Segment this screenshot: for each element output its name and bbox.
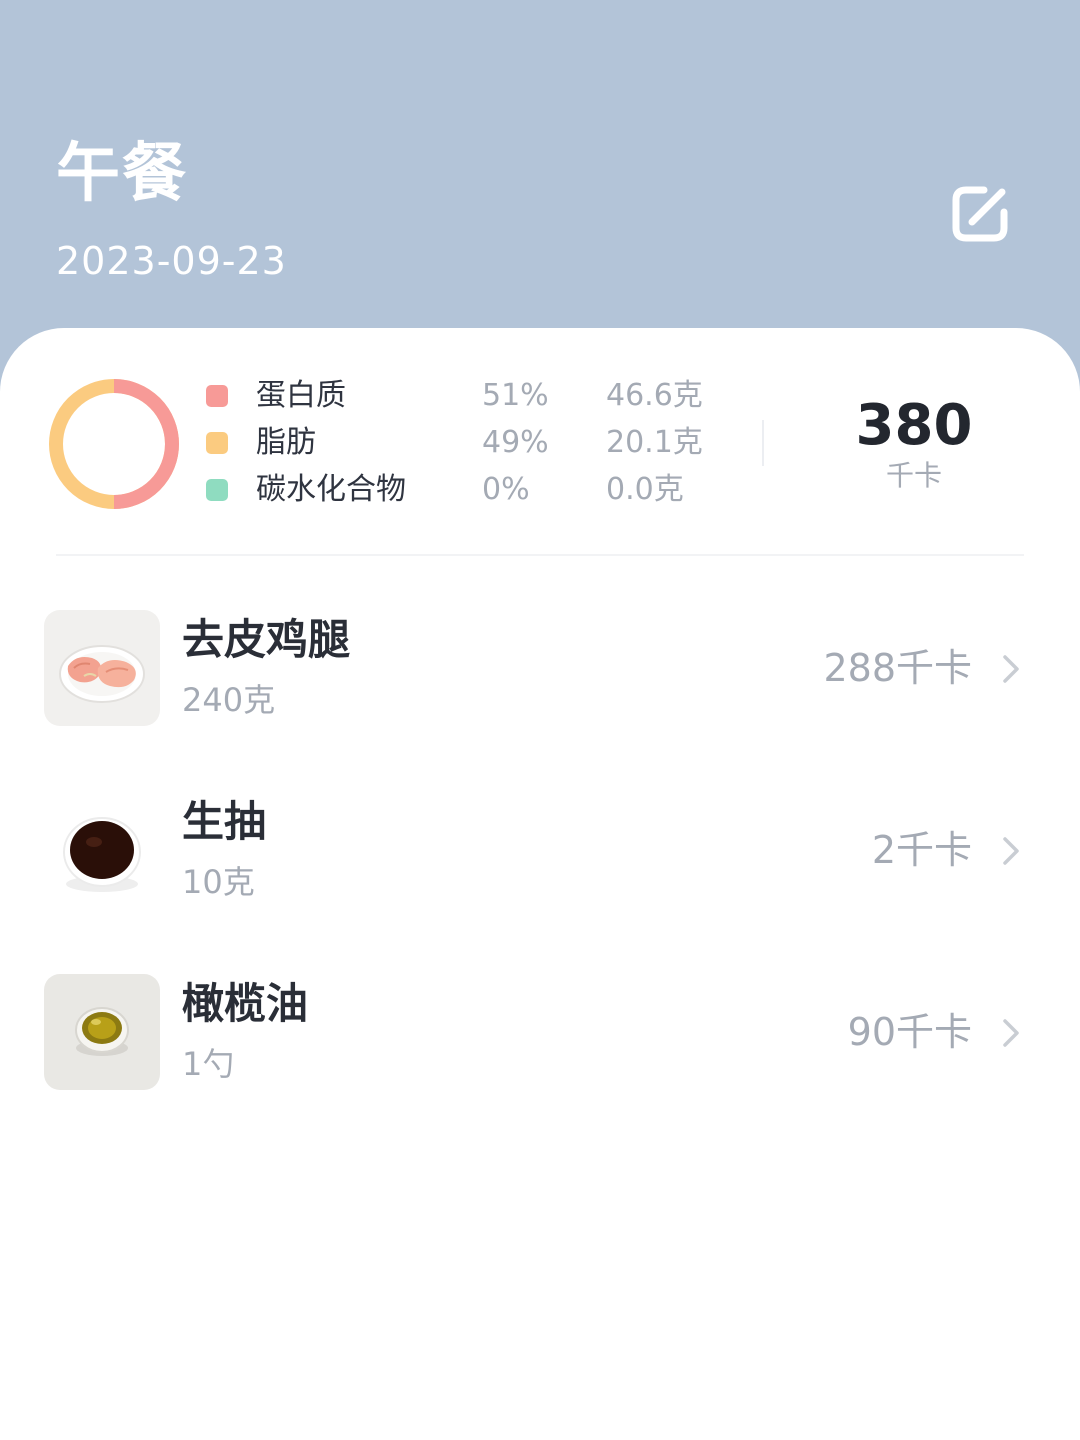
fat-dot bbox=[206, 432, 228, 454]
food-item-chicken[interactable]: 去皮鸡腿 240克 288千卡 bbox=[0, 610, 1080, 730]
total-kcal-unit: 千卡 bbox=[885, 459, 942, 492]
macro-row-carbs: 碳水化合物 0% 0.0克 bbox=[0, 470, 760, 510]
macro-name: 脂肪 bbox=[256, 425, 316, 460]
food-amount: 10克 bbox=[182, 863, 255, 901]
vertical-divider bbox=[762, 420, 764, 466]
meal-title: 午餐 bbox=[56, 137, 188, 211]
food-amount: 240克 bbox=[182, 681, 276, 719]
chevron-right-icon bbox=[1003, 655, 1019, 683]
section-divider bbox=[56, 554, 1024, 556]
chevron-right-icon bbox=[1003, 1019, 1019, 1047]
macro-name: 蛋白质 bbox=[256, 378, 346, 413]
header: 午餐 2023-09-23 bbox=[0, 0, 1080, 360]
protein-dot bbox=[206, 385, 228, 407]
food-item-soy-sauce[interactable]: 生抽 10克 2千卡 bbox=[0, 792, 1080, 912]
total-kcal-value: 380 bbox=[855, 393, 973, 458]
food-kcal: 288千卡 bbox=[823, 646, 972, 690]
food-kcal: 2千卡 bbox=[871, 828, 972, 872]
soy-sauce-dish-icon bbox=[44, 792, 160, 908]
food-item-olive-oil[interactable]: 橄榄油 1勺 90千卡 bbox=[0, 974, 1080, 1094]
edit-button[interactable] bbox=[944, 178, 1018, 250]
macro-percent: 51% bbox=[482, 378, 549, 413]
food-amount: 1勺 bbox=[182, 1045, 235, 1083]
edit-icon bbox=[952, 186, 1008, 242]
olive-oil-dish-icon bbox=[44, 974, 160, 1090]
macro-name: 碳水化合物 bbox=[256, 472, 406, 507]
food-kcal: 90千卡 bbox=[847, 1010, 972, 1054]
macro-amount: 0.0克 bbox=[606, 472, 684, 507]
food-name: 去皮鸡腿 bbox=[182, 615, 351, 664]
macro-row-fat: 脂肪 49% 20.1克 bbox=[0, 423, 760, 463]
carbs-dot bbox=[206, 479, 228, 501]
food-name: 橄榄油 bbox=[182, 979, 309, 1028]
macro-row-protein: 蛋白质 51% 46.6克 bbox=[0, 376, 760, 416]
macro-amount: 20.1克 bbox=[606, 425, 703, 460]
food-name: 生抽 bbox=[182, 797, 267, 846]
chicken-leg-plate-icon bbox=[44, 610, 160, 726]
meal-card: 蛋白质 51% 46.6克 脂肪 49% 20.1克 碳水化合物 0% 0.0克… bbox=[0, 328, 1080, 1440]
chevron-right-icon bbox=[1003, 837, 1019, 865]
meal-date: 2023-09-23 bbox=[56, 239, 287, 283]
macro-percent: 0% bbox=[482, 472, 530, 507]
macro-amount: 46.6克 bbox=[606, 378, 703, 413]
macro-percent: 49% bbox=[482, 425, 549, 460]
